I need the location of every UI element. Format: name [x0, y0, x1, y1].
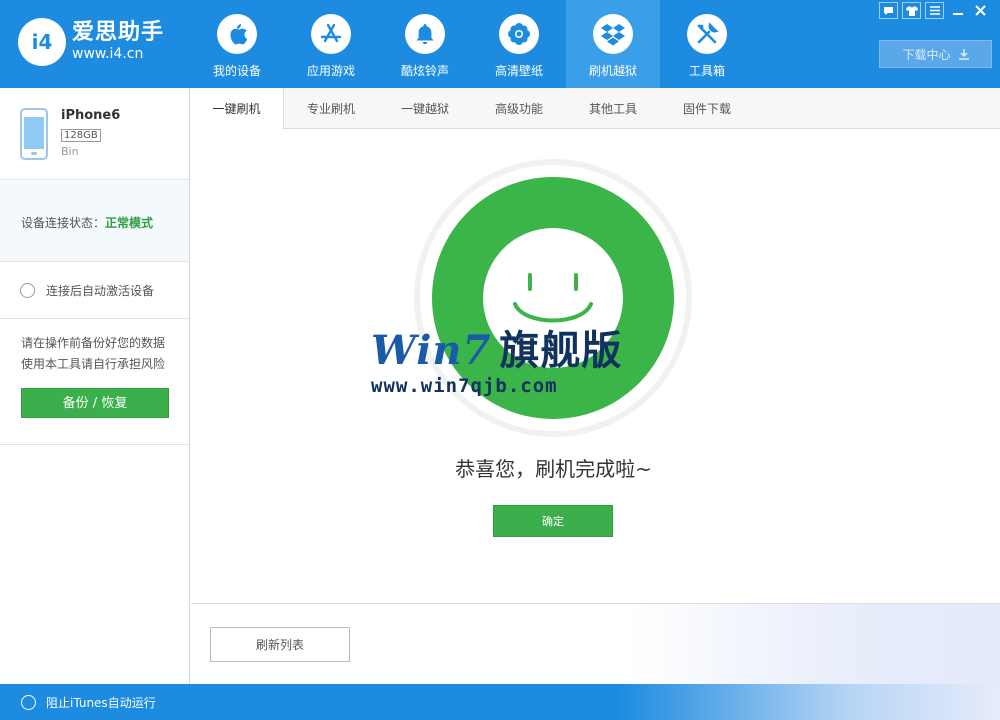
app-store-icon: [311, 14, 351, 54]
watermark: Win7 旗舰版 www.win7qjb.com: [371, 329, 631, 399]
dropbox-icon: [593, 14, 633, 54]
device-subtitle: Bin: [61, 145, 79, 158]
nav-toolbox[interactable]: 工具箱: [660, 0, 754, 88]
watermark-url: www.win7qjb.com: [371, 375, 558, 397]
watermark-brand-cn: 旗舰版: [499, 328, 623, 374]
flower-icon: [499, 14, 539, 54]
nav-my-device[interactable]: 我的设备: [190, 0, 284, 88]
nav-label: 应用游戏: [306, 64, 355, 78]
tab-firmware-download[interactable]: 固件下载: [660, 88, 754, 129]
footer-fade: [620, 684, 1000, 720]
logo-mark: i4: [31, 30, 53, 54]
app-header: i4 爱思助手 www.i4.cn 我的设备 应用游戏 酷炫铃声 高清壁纸 刷机…: [0, 0, 1000, 88]
tools-icon: [687, 14, 727, 54]
block-itunes-radio[interactable]: [21, 695, 36, 710]
nav-ringtones[interactable]: 酷炫铃声: [378, 0, 472, 88]
tip-line: 请在操作前备份好您的数据: [21, 336, 166, 350]
app-logo: i4 爱思助手 www.i4.cn: [18, 18, 164, 66]
tab-one-click-jailbreak[interactable]: 一键越狱: [378, 88, 472, 129]
backup-tips: 请在操作前备份好您的数据 使用本工具请自行承担风险 备份 / 恢复: [0, 319, 189, 445]
nav-label: 工具箱: [688, 64, 725, 78]
status-bar: 阻止iTunes自动运行: [0, 684, 1000, 720]
block-itunes-option[interactable]: 阻止iTunes自动运行: [21, 694, 156, 711]
i4-logo-icon: i4: [18, 18, 66, 66]
status-value: 正常模式: [105, 216, 154, 230]
device-capacity: 128GB: [61, 129, 101, 142]
tip-line: 使用本工具请自行承担风险: [21, 357, 166, 371]
auto-activate-option[interactable]: 连接后自动激活设备: [0, 262, 189, 319]
backup-restore-button[interactable]: 备份 / 恢复: [21, 388, 169, 418]
skin-icon[interactable]: [902, 2, 921, 19]
nav-apps-games[interactable]: 应用游戏: [284, 0, 378, 88]
connection-status: 设备连接状态：正常模式: [0, 180, 189, 262]
tab-other-tools[interactable]: 其他工具: [566, 88, 660, 129]
bottom-toolbar: 刷新列表: [191, 603, 1000, 685]
close-icon[interactable]: [971, 2, 990, 19]
nav-flash-jailbreak[interactable]: 刷机越狱: [566, 0, 660, 88]
tab-pro-flash[interactable]: 专业刷机: [284, 88, 378, 129]
menu-icon[interactable]: [925, 2, 944, 19]
refresh-list-button[interactable]: 刷新列表: [210, 627, 350, 662]
minimize-icon[interactable]: [948, 2, 967, 19]
apple-icon: [217, 14, 257, 54]
app-name: 爱思助手: [72, 20, 165, 45]
block-itunes-label: 阻止iTunes自动运行: [46, 696, 156, 710]
main-nav: 我的设备 应用游戏 酷炫铃声 高清壁纸 刷机越狱 工具箱: [190, 0, 754, 88]
watermark-brand: Win7: [371, 327, 492, 374]
bell-icon: [405, 14, 445, 54]
auto-activate-radio[interactable]: [20, 282, 35, 298]
device-name: iPhone6: [61, 108, 121, 123]
download-center-button[interactable]: 下载中心: [879, 40, 992, 68]
app-url: www.i4.cn: [72, 46, 144, 62]
download-center-label: 下载中心: [902, 47, 951, 62]
tab-one-click-flash[interactable]: 一键刷机: [190, 88, 284, 129]
confirm-button[interactable]: 确定: [493, 505, 613, 537]
sub-tabs: 一键刷机 专业刷机 一键越狱 高级功能 其他工具 固件下载: [190, 88, 1000, 129]
feedback-icon[interactable]: [879, 2, 898, 19]
nav-label: 酷炫铃声: [400, 64, 449, 78]
status-label: 设备连接状态：: [21, 216, 106, 230]
tab-advanced[interactable]: 高级功能: [472, 88, 566, 129]
sidebar: iPhone6 128GB Bin 设备连接状态：正常模式 连接后自动激活设备 …: [0, 88, 190, 684]
bottom-fade: [631, 604, 1000, 685]
nav-label: 高清壁纸: [494, 64, 543, 78]
nav-wallpapers[interactable]: 高清壁纸: [472, 0, 566, 88]
flash-result-panel: Win7 旗舰版 www.win7qjb.com 恭喜您，刷机完成啦~ 确定: [191, 129, 1000, 603]
nav-label: 刷机越狱: [588, 64, 637, 78]
iphone-icon: [20, 108, 48, 160]
auto-activate-label: 连接后自动激活设备: [46, 283, 155, 298]
success-message: 恭喜您，刷机完成啦~: [455, 457, 652, 481]
window-controls: [879, 2, 990, 19]
nav-label: 我的设备: [212, 64, 261, 78]
download-icon: [958, 48, 969, 60]
device-card[interactable]: iPhone6 128GB Bin: [0, 88, 189, 180]
